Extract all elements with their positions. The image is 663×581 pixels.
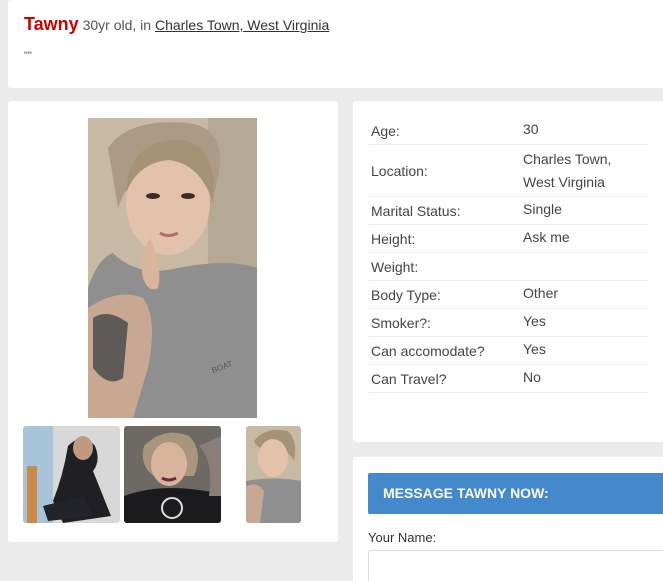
message-suffix: NOW: xyxy=(510,485,549,501)
detail-label: Smoker?: xyxy=(371,315,431,331)
detail-row-weight: Weight: xyxy=(369,253,647,281)
detail-label: Body Type: xyxy=(371,287,441,303)
detail-label: Marital Status: xyxy=(371,203,461,219)
profile-quote: "" xyxy=(24,50,32,62)
detail-value: 30 xyxy=(523,121,539,137)
detail-row-can-accomodate: Can accomodate? Yes xyxy=(369,337,647,365)
detail-label: Can Travel? xyxy=(371,371,447,387)
message-form: MESSAGE TAWNY NOW: Your Name: xyxy=(353,457,663,581)
detail-row-age: Age: 30 xyxy=(369,117,647,145)
detail-row-body-type: Body Type: Other xyxy=(369,281,647,309)
detail-value: Other xyxy=(523,285,559,301)
detail-value-line-1: Charles Town, xyxy=(523,151,612,167)
profile-header: Tawny 30yr old, in Charles Town, West Vi… xyxy=(8,0,663,88)
profile-name: Tawny xyxy=(24,14,79,34)
thumbnail-1[interactable] xyxy=(23,426,120,523)
detail-value-line-2: West Virginia xyxy=(523,174,605,190)
detail-row-height: Height: Ask me xyxy=(369,225,647,253)
detail-value: No xyxy=(523,369,541,385)
message-prefix: MESSAGE xyxy=(383,485,454,501)
profile-headline: Tawny 30yr old, in Charles Town, West Vi… xyxy=(24,14,329,35)
profile-location-link[interactable]: Charles Town, West Virginia xyxy=(155,17,329,33)
thumbnail-2[interactable] xyxy=(124,426,221,523)
detail-value: Single xyxy=(523,201,562,217)
detail-row-smoker: Smoker?: Yes xyxy=(369,309,647,337)
detail-label: Height: xyxy=(371,231,416,247)
detail-row-can-travel: Can Travel? No xyxy=(369,365,647,393)
profile-details: Age: 30 Location: Charles Town, West Vir… xyxy=(353,101,663,442)
detail-value: Ask me xyxy=(523,229,570,245)
your-name-label: Your Name: xyxy=(368,530,437,545)
detail-row-location: Location: Charles Town, West Virginia xyxy=(369,145,647,197)
photo-gallery: BOAT xyxy=(8,101,338,542)
detail-label: Can accomodate? xyxy=(371,343,485,359)
detail-label: Location: xyxy=(371,163,428,179)
detail-label: Age: xyxy=(371,123,400,139)
profile-age-text: 30yr old, in xyxy=(82,17,152,33)
detail-label: Weight: xyxy=(371,259,419,275)
detail-row-marital-status: Marital Status: Single xyxy=(369,197,647,225)
profile-main-photo[interactable]: BOAT xyxy=(88,118,257,418)
message-name: TAWNY xyxy=(456,485,507,501)
detail-value: Yes xyxy=(523,341,546,357)
thumbnail-3[interactable] xyxy=(246,426,301,523)
your-name-input[interactable] xyxy=(368,550,663,581)
detail-value: Yes xyxy=(523,313,546,329)
message-header-bar: MESSAGE TAWNY NOW: xyxy=(368,473,663,514)
